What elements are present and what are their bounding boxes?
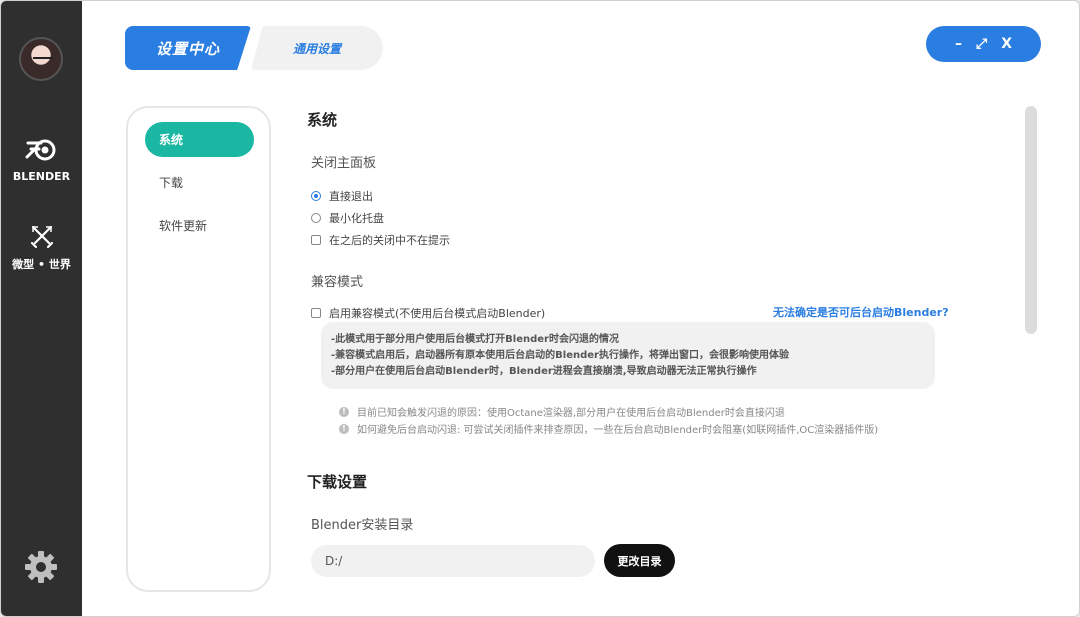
note-line: -此模式用于部分用户使用后台模式打开Blender时会闪退的情况 xyxy=(331,334,619,345)
rail-item-world[interactable]: 微型 • 世界 xyxy=(1,223,82,272)
subnav-item-download[interactable]: 下载 xyxy=(145,165,254,200)
checkbox[interactable] xyxy=(311,235,321,245)
settings-subnav: 系统 下载 软件更新 xyxy=(126,106,271,592)
crossed-swords-icon xyxy=(30,225,53,249)
radio-label: 最小化托盘 xyxy=(329,212,384,225)
window-controls: – ⤢ X xyxy=(926,26,1041,62)
close-icon[interactable]: X xyxy=(1001,37,1012,51)
radio-button-checked[interactable] xyxy=(311,191,321,201)
rail-world-label: 微型 • 世界 xyxy=(12,258,71,271)
rail-item-blender[interactable]: BLENDER xyxy=(1,135,82,183)
tab-general-settings[interactable]: 通用设置 xyxy=(251,26,383,70)
checkbox-label: 在之后的关闭中不在提示 xyxy=(329,234,450,247)
checkbox-label: 启用兼容模式(不使用后台模式启动Blender) xyxy=(329,307,546,320)
gear-icon[interactable] xyxy=(23,549,59,585)
radio-button[interactable] xyxy=(311,213,321,223)
checkbox[interactable] xyxy=(311,308,321,318)
blender-icon xyxy=(25,139,55,161)
rail-blender-label: BLENDER xyxy=(12,170,71,183)
minimize-icon[interactable]: – xyxy=(955,37,962,51)
section-title-system: 系统 xyxy=(307,111,338,129)
info-icon: ! xyxy=(339,423,349,434)
checkbox-no-prompt[interactable]: 在之后的关闭中不在提示 xyxy=(311,232,450,248)
radio-label: 直接退出 xyxy=(329,190,373,203)
subnav-item-update[interactable]: 软件更新 xyxy=(145,208,254,243)
compat-notes-box: -此模式用于部分用户使用后台模式打开Blender时会闪退的情况 -兼容模式启用… xyxy=(321,322,935,389)
hint-row: ! 如何避免后台启动闪退: 可尝试关闭插件来排查原因，一些在后台启动Blende… xyxy=(339,421,878,436)
scrollbar-thumb[interactable] xyxy=(1025,106,1037,334)
hint-row: ! 目前已知会触发闪退的原因：使用Octane渲染器,部分用户在使用后台启动Bl… xyxy=(339,404,785,419)
change-directory-button[interactable]: 更改目录 xyxy=(604,544,675,577)
install-dir-label: Blender安装目录 xyxy=(311,518,414,533)
note-line: -兼容模式启用后，启动器所有原本使用后台启动的Blender执行操作，将弹出窗口… xyxy=(331,350,789,361)
compat-heading: 兼容模式 xyxy=(311,275,364,290)
note-line: -部分用户在使用后台启动Blender时，Blender进程会直接崩溃,导致启动… xyxy=(331,366,757,377)
info-icon: ! xyxy=(339,406,349,417)
radio-exit-directly[interactable]: 直接退出 xyxy=(311,188,373,204)
hint-text: 如何避免后台启动闪退: 可尝试关闭插件来排查原因，一些在后台启动Blender时… xyxy=(357,425,879,436)
settings-content: 系统 关闭主面板 直接退出 最小化托盘 在之后的关闭中不在提示 兼容模式 启用兼… xyxy=(307,101,1007,601)
section-title-download: 下载设置 xyxy=(307,473,368,491)
checkbox-compat-mode[interactable]: 启用兼容模式(不使用后台模式启动Blender) xyxy=(311,305,545,321)
app-window: BLENDER 微型 • 世界 设置中心 通用设置 – ⤢ X 系统 下载 软件… xyxy=(0,0,1080,617)
background-launch-help-link[interactable]: 无法确定是否可后台启动Blender? xyxy=(773,304,949,320)
subnav-item-system[interactable]: 系统 xyxy=(145,122,254,157)
install-dir-input[interactable] xyxy=(311,545,595,577)
left-rail: BLENDER 微型 • 世界 xyxy=(1,1,82,616)
maximize-icon[interactable]: ⤢ xyxy=(976,37,987,51)
radio-minimize-tray[interactable]: 最小化托盘 xyxy=(311,210,384,226)
user-avatar[interactable] xyxy=(19,37,63,81)
close-panel-heading: 关闭主面板 xyxy=(311,156,377,171)
hint-text: 目前已知会触发闪退的原因：使用Octane渲染器,部分用户在使用后台启动Blen… xyxy=(357,408,785,419)
tab-settings-center[interactable]: 设置中心 xyxy=(125,26,251,70)
